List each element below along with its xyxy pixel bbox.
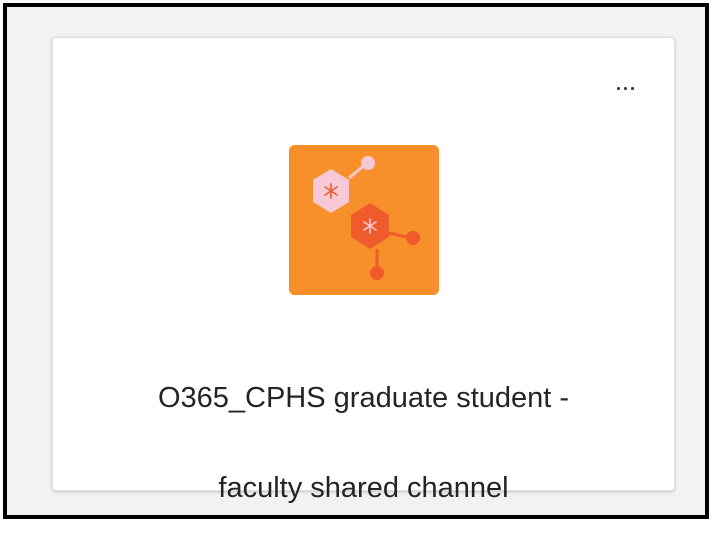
team-name-line: faculty shared channel bbox=[218, 472, 509, 504]
more-options-button[interactable] bbox=[610, 78, 640, 98]
team-name: O365_CPHS graduate student - faculty sha… bbox=[73, 331, 654, 556]
more-dot-icon bbox=[630, 86, 634, 90]
molecule-team-icon bbox=[289, 145, 439, 295]
screenshot-frame: O365_CPHS graduate student - faculty sha… bbox=[3, 3, 709, 519]
team-card[interactable]: O365_CPHS graduate student - faculty sha… bbox=[52, 37, 675, 504]
team-name-line: O365_CPHS graduate student - bbox=[157, 382, 570, 414]
more-dot-icon bbox=[623, 86, 627, 90]
more-dot-icon bbox=[616, 86, 620, 90]
